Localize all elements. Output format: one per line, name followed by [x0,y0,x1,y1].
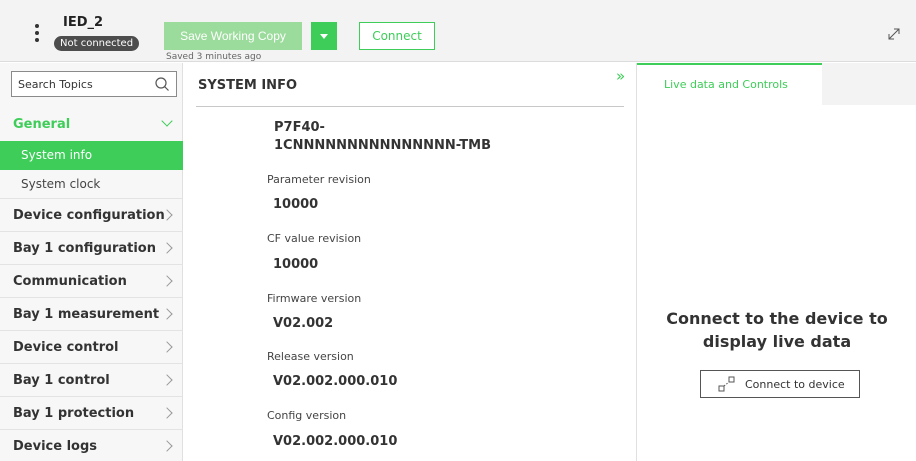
chevron-down-icon [161,115,173,127]
chevron-right-icon [161,440,173,452]
config-version-label: Config version [267,409,347,422]
sidebar-item-label: Bay 1 control [13,373,110,388]
sidebar-subitem-system-info[interactable]: System info [0,141,183,170]
sidebar-item-device-control[interactable]: Device control [0,331,183,364]
device-model-value-continued: 1CNNNNNNNNNNNNNNN-TMB [274,138,491,153]
live-data-panel: Live data and Controls Connect to the de… [636,63,916,461]
parameter-revision-value: 10000 [273,197,319,212]
firmware-version-label: Firmware version [267,292,362,305]
tab-live-data-and-controls[interactable]: Live data and Controls [637,63,822,105]
chevron-right-icon [161,341,173,353]
chevron-right-icon [161,275,173,287]
search-box [11,71,177,97]
sidebar-item-device-logs[interactable]: Device logs [0,430,183,461]
expand-icon[interactable] [886,26,902,42]
sidebar-item-label: Bay 1 measurement [13,307,160,322]
empty-state-line-1: Connect to the device to [666,309,888,328]
save-working-copy-button[interactable]: Save Working Copy [164,22,302,50]
sidebar-item-bay-1-measurement[interactable]: Bay 1 measurement [0,298,183,331]
sidebar-item-label: Device control [13,340,119,355]
release-version-label: Release version [267,350,354,363]
collapse-panel-icon[interactable]: » [616,67,625,85]
sidebar-item-communication[interactable]: Communication [0,265,183,298]
app-header: IED_2 Not connected Save Working Copy Sa… [0,0,916,62]
tab-strip: Live data and Controls [637,63,916,105]
sidebar-subitem-system-clock[interactable]: System clock [0,170,183,199]
sidebar-item-label: General [13,117,71,132]
topics-sidebar: General System info System clock Device … [0,63,183,461]
sidebar-item-label: Device logs [13,439,98,454]
chevron-right-icon [161,308,173,320]
release-version-value: V02.002.000.010 [273,374,398,389]
cf-value-revision-label: CF value revision [267,232,362,245]
device-model-value: P7F40- [274,120,325,135]
search-topics-input[interactable] [12,72,150,96]
sidebar-item-label: Communication [13,274,127,289]
sidebar-item-label: Bay 1 protection [13,406,135,421]
cf-value-revision-value: 10000 [273,257,319,272]
sidebar-item-device-configuration[interactable]: Device configuration [0,199,183,232]
status-badge: Not connected [54,36,140,51]
sidebar-subitem-label: System info [21,148,93,162]
sidebar-item-bay-1-protection[interactable]: Bay 1 protection [0,397,183,430]
more-options-icon[interactable] [34,24,40,42]
page-title: SYSTEM INFO [198,78,297,93]
sidebar-item-bay-1-control[interactable]: Bay 1 control [0,364,183,397]
sidebar-item-bay-1-configuration[interactable]: Bay 1 configuration [0,232,183,265]
firmware-version-value: V02.002 [273,316,334,331]
config-version-value: V02.002.000.010 [273,434,398,449]
system-info-panel: SYSTEM INFO » P7F40- 1CNNNNNNNNNNNNNNN-T… [184,63,636,461]
connect-to-device-button[interactable]: Connect to device [700,370,860,398]
sidebar-item-label: Bay 1 configuration [13,241,156,256]
empty-state-message: Connect to the device to display live da… [637,307,916,353]
chevron-right-icon [161,407,173,419]
saved-timestamp: Saved 3 minutes ago [166,52,262,62]
sidebar-item-general[interactable]: General [0,108,183,141]
chevron-right-icon [161,374,173,386]
search-icon[interactable] [154,76,170,92]
device-name: IED_2 [63,15,104,30]
sidebar-item-label: Device configuration [13,208,165,223]
parameter-revision-label: Parameter revision [267,173,371,186]
empty-state-line-2: display live data [702,332,852,351]
chevron-right-icon [161,242,173,254]
connect-button[interactable]: Connect [359,22,435,50]
connect-to-device-label: Connect to device [745,378,845,391]
tab-label: Live data and Controls [664,78,788,91]
connection-icon [718,376,735,392]
save-options-dropdown-button[interactable] [311,22,337,50]
title-divider [196,106,624,107]
sidebar-subitem-label: System clock [21,177,101,191]
